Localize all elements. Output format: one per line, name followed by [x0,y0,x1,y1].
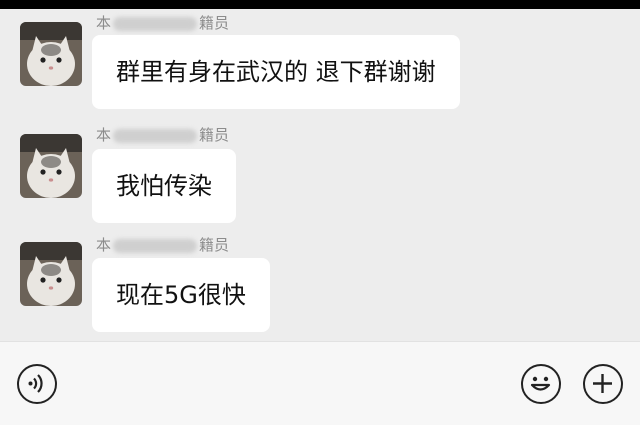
input-bar [0,341,640,425]
avatar[interactable] [20,22,82,86]
voice-button[interactable] [17,364,57,404]
message-bubble[interactable]: 群里有身在武汉的 退下群谢谢 [92,35,460,109]
sender-suffix: 籍员 [199,14,230,32]
sender-prefix: 本 [96,236,112,254]
status-bar [0,0,640,9]
avatar[interactable] [20,134,82,198]
emoji-button[interactable] [521,364,561,404]
sender-prefix: 本 [96,14,112,32]
redacted-name [113,238,198,253]
sender-suffix: 籍员 [199,126,230,144]
redacted-name [113,16,198,31]
avatar[interactable] [20,242,82,306]
message-bubble[interactable]: 我怕传染 [92,149,236,223]
cat-avatar-icon [20,134,82,198]
plus-icon [593,374,612,393]
redacted-name [113,128,198,143]
emoji-icon [530,376,551,391]
sender-suffix: 籍员 [199,236,230,254]
sender-prefix: 本 [96,126,112,144]
sender-name: 本 籍员 [96,12,229,33]
sender-name: 本 籍员 [96,234,229,255]
sender-name: 本 籍员 [96,124,229,145]
voice-icon [28,374,43,393]
message-bubble[interactable]: 现在5G很快 [92,258,270,332]
cat-avatar-icon [20,242,82,306]
add-button[interactable] [583,364,623,404]
chat-area[interactable]: 本籍员 群里有身在武汉的 退下群谢谢 本籍员 我怕传染 本 籍员 现在5G很快 [0,9,640,341]
cat-avatar-icon [20,22,82,86]
